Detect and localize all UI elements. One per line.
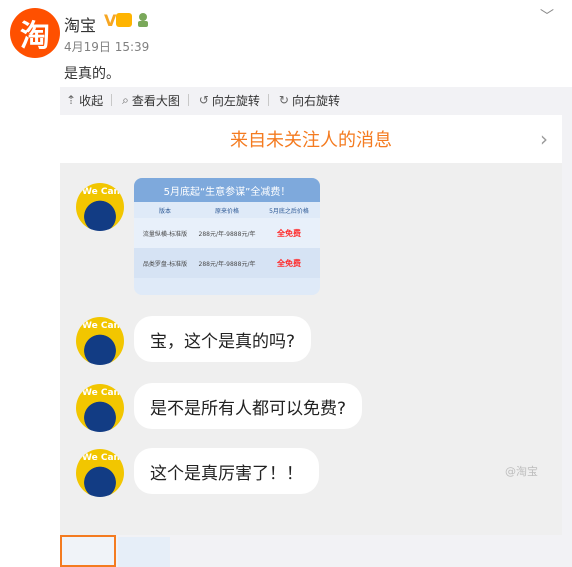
post-time[interactable]: 4月19日 15:39 [64,38,149,55]
avatar-label: We Can [82,187,120,197]
taobao-logo-glyph: 淘 [20,19,50,54]
promo-card-header-row: 版本 原来价格 5月底之后价格 [134,202,320,218]
view-large-button[interactable]: ⌕ 查看大图 [118,92,184,109]
avatar-label: We Can [82,321,120,331]
image-message-header: 来自未关注人的消息 › [60,115,562,163]
column-header: 原来价格 [214,207,239,215]
user-level-icon [138,13,148,27]
sender-avatar: We Can [76,384,124,432]
media-panel: ⇡ 收起 ⌕ 查看大图 ↺ 向左旋转 ↻ 向右旋转 来自未关注人的消息 › We… [60,87,572,567]
column-header: 版本 [158,207,171,215]
row-after-price: 全免费 [277,228,301,238]
rotate-right-label: 向右旋转 [291,93,340,108]
vip-badge-icon [116,13,132,27]
row-name: 品类罗盘-标准版 [142,260,188,268]
column-header: 5月底之后价格 [269,207,309,215]
chevron-right-icon: › [540,127,548,151]
avatar-label: We Can [82,453,120,463]
sender-avatar: We Can [76,183,124,231]
chevron-down-icon[interactable]: ﹀ [540,6,554,26]
promo-card-title: 5月底起“生意参谋”全减费！ [134,178,320,202]
post-image[interactable]: 来自未关注人的消息 › We Can We Can We Can We Can … [60,115,562,535]
rotate-left-label: 向左旋转 [211,93,260,108]
image-header-title: 来自未关注人的消息 [230,130,392,151]
row-price: 288元/年-9888元/年 [198,260,256,268]
chat-bubble: 宝，这个是真的吗? [134,316,312,362]
verified-icon: V [104,11,117,30]
rotate-right-button[interactable]: ↻ 向右旋转 [275,92,344,109]
rotate-left-button[interactable]: ↺ 向左旋转 [195,92,264,109]
thumbnail-1[interactable] [60,535,116,567]
avatar-label: We Can [82,388,120,398]
search-icon: ⌕ [122,92,129,107]
table-row: 流量纵横-标准版 288元/年-9888元/年 全免费 [134,218,320,248]
row-after-price: 全免费 [277,258,301,268]
image-watermark: @淘宝 [505,465,538,478]
chat-bubble: 是不是所有人都可以免费? [134,383,363,429]
toolbar-divider [111,94,113,106]
row-name: 流量纵横-标准版 [142,230,188,238]
toolbar-divider [267,94,269,106]
thumbnail-2[interactable] [118,537,170,567]
author-name[interactable]: 淘宝 [64,12,96,36]
arrow-up-icon: ⇡ [66,93,77,107]
table-row: 品类罗盘-标准版 288元/年-9888元/年 全免费 [134,248,320,278]
collapse-label: 收起 [79,93,104,108]
rotate-left-icon: ↺ [198,93,209,107]
promo-card: 5月底起“生意参谋”全减费！ 版本 原来价格 5月底之后价格 流量纵横-标准版 … [134,178,320,295]
chat-bubble: 这个是真厉害了！！ [134,448,319,494]
author-avatar[interactable]: 淘 [10,8,60,58]
post-text: 是真的。 [64,66,120,82]
media-toolbar: ⇡ 收起 ⌕ 查看大图 ↺ 向左旋转 ↻ 向右旋转 [60,87,572,113]
view-large-label: 查看大图 [131,93,180,108]
rotate-right-icon: ↻ [278,93,289,107]
collapse-button[interactable]: ⇡ 收起 [62,92,107,109]
sender-avatar: We Can [76,317,124,365]
row-price: 288元/年-9888元/年 [198,230,256,238]
sender-avatar: We Can [76,449,124,497]
toolbar-divider [187,94,189,106]
